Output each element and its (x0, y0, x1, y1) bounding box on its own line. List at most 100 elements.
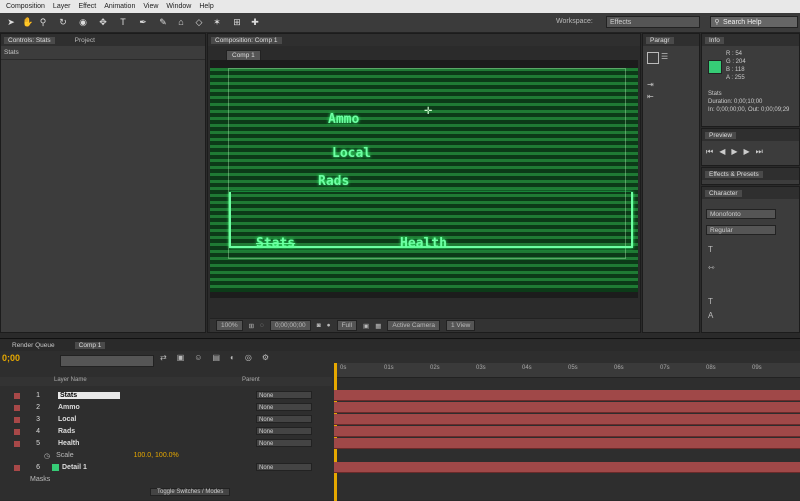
parent-select[interactable]: None (256, 439, 312, 447)
layer-track-bar[interactable] (334, 390, 800, 401)
draft-3d-icon[interactable]: ▣ (177, 353, 185, 362)
layer-name[interactable]: Local (58, 416, 118, 423)
comp-mini-flowchart-icon[interactable]: ⇄ (160, 353, 167, 362)
graph-editor-icon[interactable]: ◎ (245, 353, 252, 362)
puppet-tool-icon[interactable]: ✶ (212, 17, 222, 28)
menu-layer[interactable]: Layer (53, 3, 71, 10)
layer-name[interactable]: Health (58, 440, 118, 447)
font-family-select[interactable]: Monofonto (706, 209, 776, 219)
label-color-icon[interactable] (14, 392, 20, 399)
next-frame-icon[interactable]: ▶ (744, 147, 750, 157)
pan-behind-tool-icon[interactable]: ✥ (98, 17, 108, 28)
layer-name[interactable]: Ammo (58, 404, 118, 411)
timecode-field[interactable]: 0;00;00;00 (269, 320, 311, 331)
channel-icon[interactable]: ● (327, 322, 331, 329)
menu-composition[interactable]: Composition (6, 3, 45, 10)
play-icon[interactable]: ▶ (731, 147, 737, 157)
shy-layers-icon[interactable]: ☺ (194, 353, 202, 362)
current-timecode[interactable]: 0;00 (2, 353, 20, 363)
first-frame-icon[interactable]: ⏮ (706, 147, 713, 157)
layer-row[interactable]: 4 Rads None (0, 426, 332, 437)
stamp-tool-icon[interactable]: ⌂ (176, 17, 186, 28)
rotate-tool-icon[interactable]: ↻ (58, 17, 68, 28)
motion-blur-icon[interactable]: ◐ (230, 353, 235, 362)
pen-tool-icon[interactable]: ✒ (138, 17, 148, 28)
camera-tool-icon[interactable]: ◉ (78, 17, 88, 28)
menu-effect[interactable]: Effect (78, 3, 96, 10)
zoom-tool-icon[interactable]: ⚲ (38, 17, 48, 28)
brush-tool-icon[interactable]: ✎ (158, 17, 168, 28)
align-left-icon[interactable] (647, 52, 659, 64)
brainstorm-icon[interactable]: ⚙ (262, 353, 269, 362)
stopwatch-icon[interactable]: ◷ (44, 452, 50, 460)
parent-select[interactable]: None (256, 463, 312, 471)
toggle-switches-modes-button[interactable]: Toggle Switches / Modes (150, 488, 231, 496)
tab-composition[interactable]: Composition: Comp 1 (211, 36, 282, 44)
font-style-select[interactable]: Regular (706, 225, 776, 235)
layer-search-input[interactable] (60, 355, 154, 367)
parent-select[interactable]: None (256, 415, 312, 423)
layer-track-bar[interactable] (334, 426, 800, 437)
type-tool-icon[interactable]: T (118, 17, 128, 28)
roi-icon[interactable]: ▣ (363, 322, 369, 330)
search-help-input[interactable]: Search Help (710, 16, 798, 28)
mask-icon[interactable]: ◌ (260, 322, 264, 329)
tab-render-queue[interactable]: Render Queue (8, 342, 59, 349)
last-frame-icon[interactable]: ⏭ (756, 147, 763, 157)
menu-view[interactable]: View (143, 3, 158, 10)
prev-frame-icon[interactable]: ◀ (719, 147, 725, 157)
tab-paragraph[interactable]: Paragr (646, 36, 674, 44)
property-row-scale[interactable]: ◷ Scale 100.0, 100.0% (0, 450, 332, 461)
layer-track-bar[interactable] (334, 414, 800, 425)
view-layout-select[interactable]: 1 View (445, 320, 476, 331)
layer-row[interactable]: 1 Stats None (0, 390, 332, 401)
scale-value[interactable]: 100.0, 100.0% (134, 452, 179, 459)
roto-brush-icon[interactable]: ⊞ (232, 17, 242, 28)
layer-row[interactable]: 3 Local None (0, 414, 332, 425)
tab-comp-1[interactable]: Comp 1 (74, 341, 106, 349)
layer-track-bar[interactable] (334, 462, 800, 473)
parent-select[interactable]: None (256, 391, 312, 399)
label-color-icon[interactable] (14, 440, 20, 447)
layer-name[interactable]: Stats (58, 392, 120, 399)
tab-preview[interactable]: Preview (705, 131, 737, 139)
layer-track-bar[interactable] (334, 402, 800, 413)
layer-row[interactable]: 6 Detail 1 None (0, 462, 332, 473)
grid-icon[interactable]: ⊞ (249, 322, 254, 330)
tab-effect-controls[interactable]: Controls: Stats (4, 36, 55, 44)
parent-select[interactable]: None (256, 403, 312, 411)
hand-tool-icon[interactable]: ✋ (22, 17, 33, 28)
layer-row[interactable]: 2 Ammo None (0, 402, 332, 413)
parent-select[interactable]: None (256, 427, 312, 435)
zoom-select[interactable]: 100% (216, 320, 243, 331)
composition-viewer[interactable]: Ammo Local Rads Stats Health ✛ (210, 60, 638, 298)
layer-track-bar[interactable] (334, 438, 800, 449)
label-color-icon[interactable] (14, 428, 20, 435)
tab-character[interactable]: Character (705, 189, 742, 197)
layer-name[interactable]: Detail 1 (62, 464, 122, 471)
layer-name[interactable]: Rads (58, 428, 118, 435)
label-color-icon[interactable] (14, 464, 20, 471)
resolution-select[interactable]: Full (336, 320, 358, 331)
tab-project[interactable]: Project (71, 37, 99, 44)
menu-window[interactable]: Window (166, 3, 191, 10)
camera-select[interactable]: Active Camera (387, 320, 440, 331)
frame-blending-icon[interactable]: ▤ (212, 353, 220, 362)
time-ruler[interactable]: 0s 01s 02s 03s 04s 05s 06s 07s 08s 09s (334, 363, 800, 378)
transparency-grid-icon[interactable]: ▦ (375, 322, 381, 330)
layer-row[interactable]: 5 Health None (0, 438, 332, 449)
eraser-tool-icon[interactable]: ◇ (194, 17, 204, 28)
selection-tool-icon[interactable]: ➤ (6, 17, 16, 28)
workspace-select[interactable]: Effects (606, 16, 700, 28)
align-center-icon[interactable]: ☰ (661, 52, 668, 61)
property-row-masks[interactable]: Masks (0, 474, 332, 485)
label-color-icon[interactable] (14, 404, 20, 411)
indent-icon[interactable]: ⇥ (647, 80, 654, 89)
tab-info[interactable]: Info (705, 36, 724, 44)
label-color-icon[interactable] (14, 416, 20, 423)
menu-help[interactable]: Help (199, 3, 213, 10)
tab-effects-presets[interactable]: Effects & Presets (705, 170, 763, 178)
outdent-icon[interactable]: ⇤ (647, 92, 654, 101)
puppet-pin-icon[interactable]: ✚ (250, 17, 260, 28)
snapshot-icon[interactable]: ◙ (317, 322, 321, 329)
